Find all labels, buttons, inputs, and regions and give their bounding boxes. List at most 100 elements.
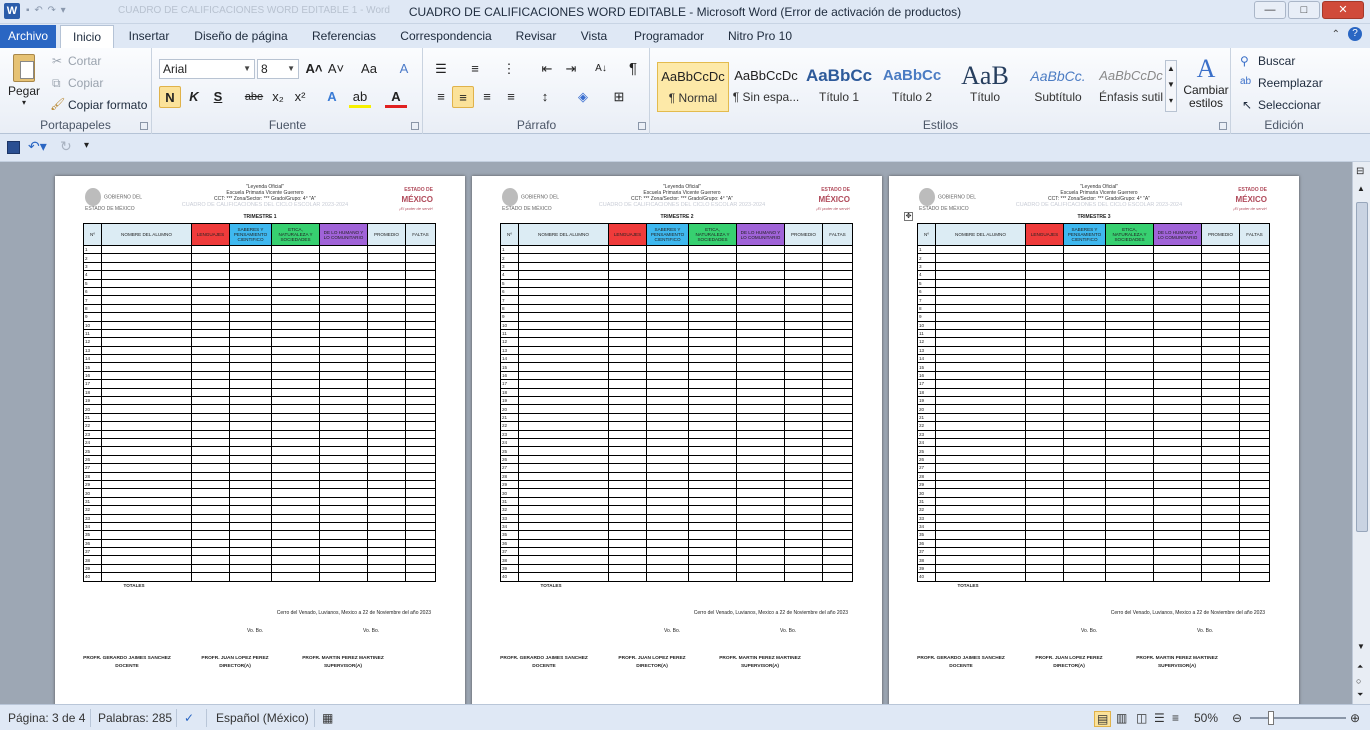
row-number[interactable]: 14 [83,354,102,364]
grade-cell[interactable] [1239,572,1270,582]
grade-cell[interactable] [229,404,272,414]
grade-cell[interactable] [935,362,1026,372]
grade-cell[interactable] [405,303,436,314]
grade-cell[interactable] [688,396,737,406]
grade-cell[interactable] [518,320,609,330]
table-row[interactable]: 32 [917,505,1270,515]
column-header[interactable]: ETICA, NATURALEZA Y SOCIEDADES [688,223,737,246]
row-number[interactable]: 2 [917,253,936,263]
grade-cell[interactable] [1239,379,1270,389]
table-row[interactable]: 6 [500,286,853,297]
grade-cell[interactable] [319,471,368,481]
table-row[interactable]: 25 [500,446,853,456]
grade-cell[interactable] [935,446,1026,456]
grade-cell[interactable] [518,253,609,263]
grade-cell[interactable] [191,387,230,398]
table-row[interactable]: 22 [500,421,853,431]
grade-cell[interactable] [935,479,1026,490]
grade-cell[interactable] [822,295,853,305]
grade-cell[interactable] [688,530,737,540]
grade-cell[interactable] [608,387,647,398]
grade-cell[interactable] [688,379,737,389]
grade-cell[interactable] [822,547,853,557]
grade-cell[interactable] [1105,521,1154,532]
row-number[interactable]: 12 [500,337,519,347]
grade-cell[interactable] [1201,521,1240,532]
grade-cell[interactable] [784,479,823,490]
grade-cell[interactable] [736,362,785,372]
grade-cell[interactable] [646,555,689,565]
grade-cell[interactable] [101,270,192,280]
table-row[interactable]: 25 [83,446,436,456]
row-number[interactable]: 10 [500,320,519,330]
grade-cell[interactable] [822,354,853,364]
table-row[interactable]: 37 [917,547,1270,557]
grade-cell[interactable] [646,404,689,414]
grade-cell[interactable] [101,286,192,297]
table-row[interactable]: 10 [917,320,1270,330]
cut-button[interactable]: Cortar [68,54,101,68]
grade-cell[interactable] [191,312,230,322]
shading-icon[interactable]: ◈ [572,86,594,108]
row-number[interactable]: 7 [83,295,102,305]
grade-cell[interactable] [367,488,406,498]
row-number[interactable]: 7 [500,295,519,305]
grade-cell[interactable] [822,412,853,423]
grade-cell[interactable] [736,454,785,465]
grade-cell[interactable] [229,303,272,314]
grade-cell[interactable] [1105,354,1154,364]
grade-cell[interactable] [1201,547,1240,557]
grade-cell[interactable] [1239,270,1270,280]
grade-cell[interactable] [736,547,785,557]
table-row[interactable]: 23 [83,429,436,440]
grade-cell[interactable] [935,244,1026,255]
grade-cell[interactable] [1239,521,1270,532]
row-number[interactable]: 30 [500,488,519,498]
grade-cell[interactable] [319,505,368,515]
grade-cell[interactable] [518,563,609,574]
table-row[interactable]: 34 [500,521,853,532]
grade-cell[interactable] [608,454,647,465]
grade-cell[interactable] [229,505,272,515]
grade-cell[interactable] [608,488,647,498]
grade-cell[interactable] [229,345,272,356]
table-row[interactable]: 11 [500,328,853,339]
row-number[interactable]: 33 [83,513,102,523]
column-header[interactable]: PROMEDIO [784,223,823,246]
grade-cell[interactable] [1201,513,1240,523]
grade-cell[interactable] [101,429,192,440]
grade-cell[interactable] [191,454,230,465]
grade-cell[interactable] [1239,303,1270,314]
grade-cell[interactable] [784,337,823,347]
grade-cell[interactable] [1025,479,1064,490]
grade-cell[interactable] [191,362,230,372]
grade-cell[interactable] [935,538,1026,549]
word-count[interactable]: Palabras: 285 [98,711,172,725]
row-number[interactable]: 26 [83,454,102,465]
line-spacing-icon[interactable]: ↕ [534,86,556,108]
grade-cell[interactable] [405,521,436,532]
grade-cell[interactable] [518,530,609,540]
save-icon[interactable] [7,141,20,154]
grade-cell[interactable] [784,521,823,532]
grade-cell[interactable] [688,337,737,347]
grade-cell[interactable] [1201,404,1240,414]
grade-cell[interactable] [367,513,406,523]
grade-cell[interactable] [1201,312,1240,322]
grade-cell[interactable] [1105,244,1154,255]
grade-cell[interactable] [646,463,689,473]
grade-cell[interactable] [191,412,230,423]
grade-cell[interactable] [1063,312,1106,322]
grade-cell[interactable] [405,396,436,406]
grade-cell[interactable] [1105,429,1154,440]
grade-cell[interactable] [518,387,609,398]
grade-cell[interactable] [935,387,1026,398]
print-layout-icon[interactable]: ▤ [1094,711,1112,727]
grade-cell[interactable] [736,521,785,532]
grade-cell[interactable] [1025,454,1064,465]
grade-cell[interactable] [1153,446,1202,456]
row-number[interactable]: 17 [917,379,936,389]
grade-cell[interactable] [229,286,272,297]
grade-cell[interactable] [1239,496,1270,507]
tab-references[interactable]: Referencias [304,25,384,48]
